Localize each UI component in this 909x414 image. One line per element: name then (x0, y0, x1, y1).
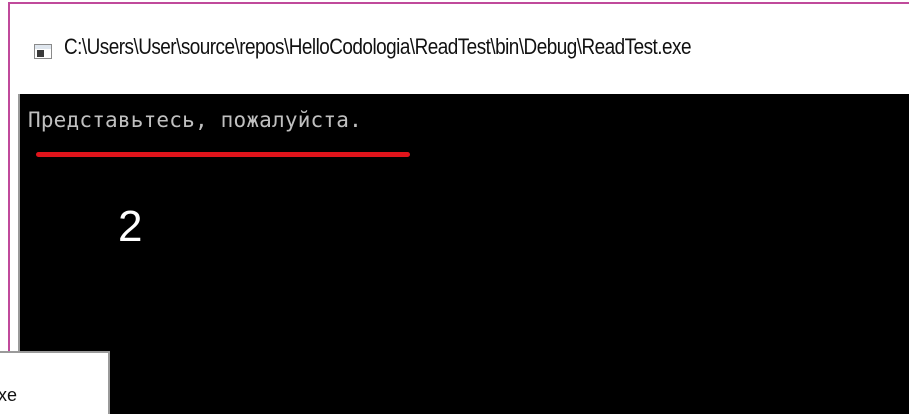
step-number-annotation: 2 (118, 202, 143, 251)
background-window-fragment[interactable]: xe (0, 351, 110, 414)
screenshot-stage: C:\Users\User\source\repos\HelloCodologi… (0, 0, 909, 414)
console-window: C:\Users\User\source\repos\HelloCodologi… (8, 2, 909, 414)
title-bar[interactable]: C:\Users\User\source\repos\HelloCodologi… (10, 4, 909, 94)
background-window-title-fragment: xe (0, 385, 18, 405)
window-title: C:\Users\User\source\repos\HelloCodologi… (64, 34, 691, 59)
console-output-area[interactable]: Представьтесь, пожалуйста. 2 (18, 94, 909, 414)
red-underline-annotation (36, 152, 410, 157)
console-prompt-line: Представьтесь, пожалуйста. (28, 108, 362, 132)
console-app-icon[interactable] (34, 44, 52, 59)
